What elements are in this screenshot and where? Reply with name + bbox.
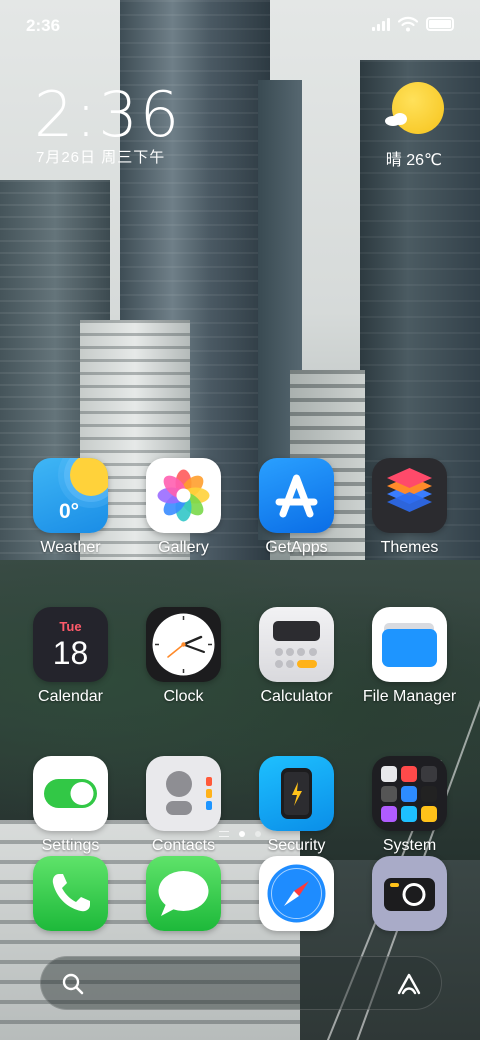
clock-widget-time[interactable]: 2:36	[34, 78, 181, 151]
app-label: Clock	[163, 688, 204, 705]
app-label: File Manager	[362, 688, 457, 705]
clock-face-icon[interactable]	[146, 607, 221, 682]
dock-phone[interactable]	[14, 856, 127, 931]
page-indicator[interactable]	[0, 831, 480, 837]
app-settings[interactable]: Settings	[14, 756, 127, 855]
app-gallery[interactable]: Gallery	[127, 458, 240, 557]
themes-layers-icon[interactable]	[372, 458, 447, 533]
getapps-a-icon[interactable]	[259, 458, 334, 533]
status-bar: 2:36	[0, 0, 480, 50]
system-folder-icon[interactable]	[372, 756, 447, 831]
status-time: 2:36	[26, 16, 61, 35]
wifi-icon	[398, 16, 418, 32]
app-contacts[interactable]: Contacts	[127, 756, 240, 855]
app-row: Settings Contacts Security System	[14, 756, 466, 855]
app-label: Weather	[40, 539, 101, 556]
dock-safari[interactable]	[240, 856, 353, 931]
app-label: Calculator	[260, 688, 333, 705]
app-row: 0° Weather Gallery GetApps Themes	[14, 458, 466, 557]
app-clock[interactable]: Clock	[127, 607, 240, 706]
clock-widget-date[interactable]: 7月26日 周三下午	[36, 146, 165, 167]
app-label: Calendar	[38, 688, 103, 705]
dock-camera[interactable]	[353, 856, 466, 931]
app-getapps[interactable]: GetApps	[240, 458, 353, 557]
sun-cloud-icon[interactable]	[392, 82, 444, 134]
app-label: System	[382, 837, 437, 854]
app-label: Contacts	[151, 837, 216, 854]
camera-icon[interactable]	[372, 856, 447, 931]
app-weather[interactable]: 0° Weather	[14, 458, 127, 557]
gallery-flower-icon[interactable]	[146, 458, 221, 533]
page-dot	[255, 831, 261, 837]
dock-messages[interactable]	[127, 856, 240, 931]
weather-widget-text[interactable]: 晴 26℃	[386, 146, 442, 170]
app-security[interactable]: Security	[240, 756, 353, 855]
app-label: Themes	[380, 539, 439, 556]
app-label: Security	[267, 837, 326, 854]
calendar-icon-date: 18	[52, 635, 89, 671]
signal-icon	[372, 17, 390, 31]
app-label: Gallery	[158, 539, 209, 556]
toggle-switch-icon[interactable]	[33, 756, 108, 831]
security-phone-icon[interactable]	[259, 756, 334, 831]
battery-icon	[426, 17, 454, 31]
search-icon[interactable]	[61, 972, 85, 996]
cloud-icon	[385, 113, 407, 126]
app-row: Tue 18 Calendar Clock Calculator File Ma…	[14, 607, 466, 706]
folder-icon[interactable]	[372, 607, 447, 682]
dock	[14, 856, 466, 931]
app-file-manager[interactable]: File Manager	[353, 607, 466, 706]
app-calendar[interactable]: Tue 18 Calendar	[14, 607, 127, 706]
phone-icon[interactable]	[33, 856, 108, 931]
app-label: GetApps	[265, 539, 328, 556]
contacts-icon[interactable]	[146, 756, 221, 831]
messages-icon[interactable]	[146, 856, 221, 931]
app-grid: 0° Weather Gallery GetApps Themes Tue 18…	[14, 458, 466, 905]
app-calculator[interactable]: Calculator	[240, 607, 353, 706]
calendar-icon[interactable]: Tue 18	[33, 607, 108, 682]
calculator-icon[interactable]	[259, 607, 334, 682]
safari-compass-icon[interactable]	[259, 856, 334, 931]
weather-icon[interactable]: 0°	[33, 458, 108, 533]
status-icons	[372, 16, 454, 32]
page-dot-active	[239, 831, 245, 837]
assistant-icon[interactable]	[395, 971, 423, 997]
app-label: Settings	[41, 837, 100, 854]
page-indicator-lines	[219, 831, 229, 837]
search-bar[interactable]	[40, 956, 442, 1010]
app-themes[interactable]: Themes	[353, 458, 466, 557]
weather-icon-temp: 0°	[59, 500, 80, 523]
app-system[interactable]: System	[353, 756, 466, 855]
calendar-icon-day: Tue	[59, 619, 82, 634]
